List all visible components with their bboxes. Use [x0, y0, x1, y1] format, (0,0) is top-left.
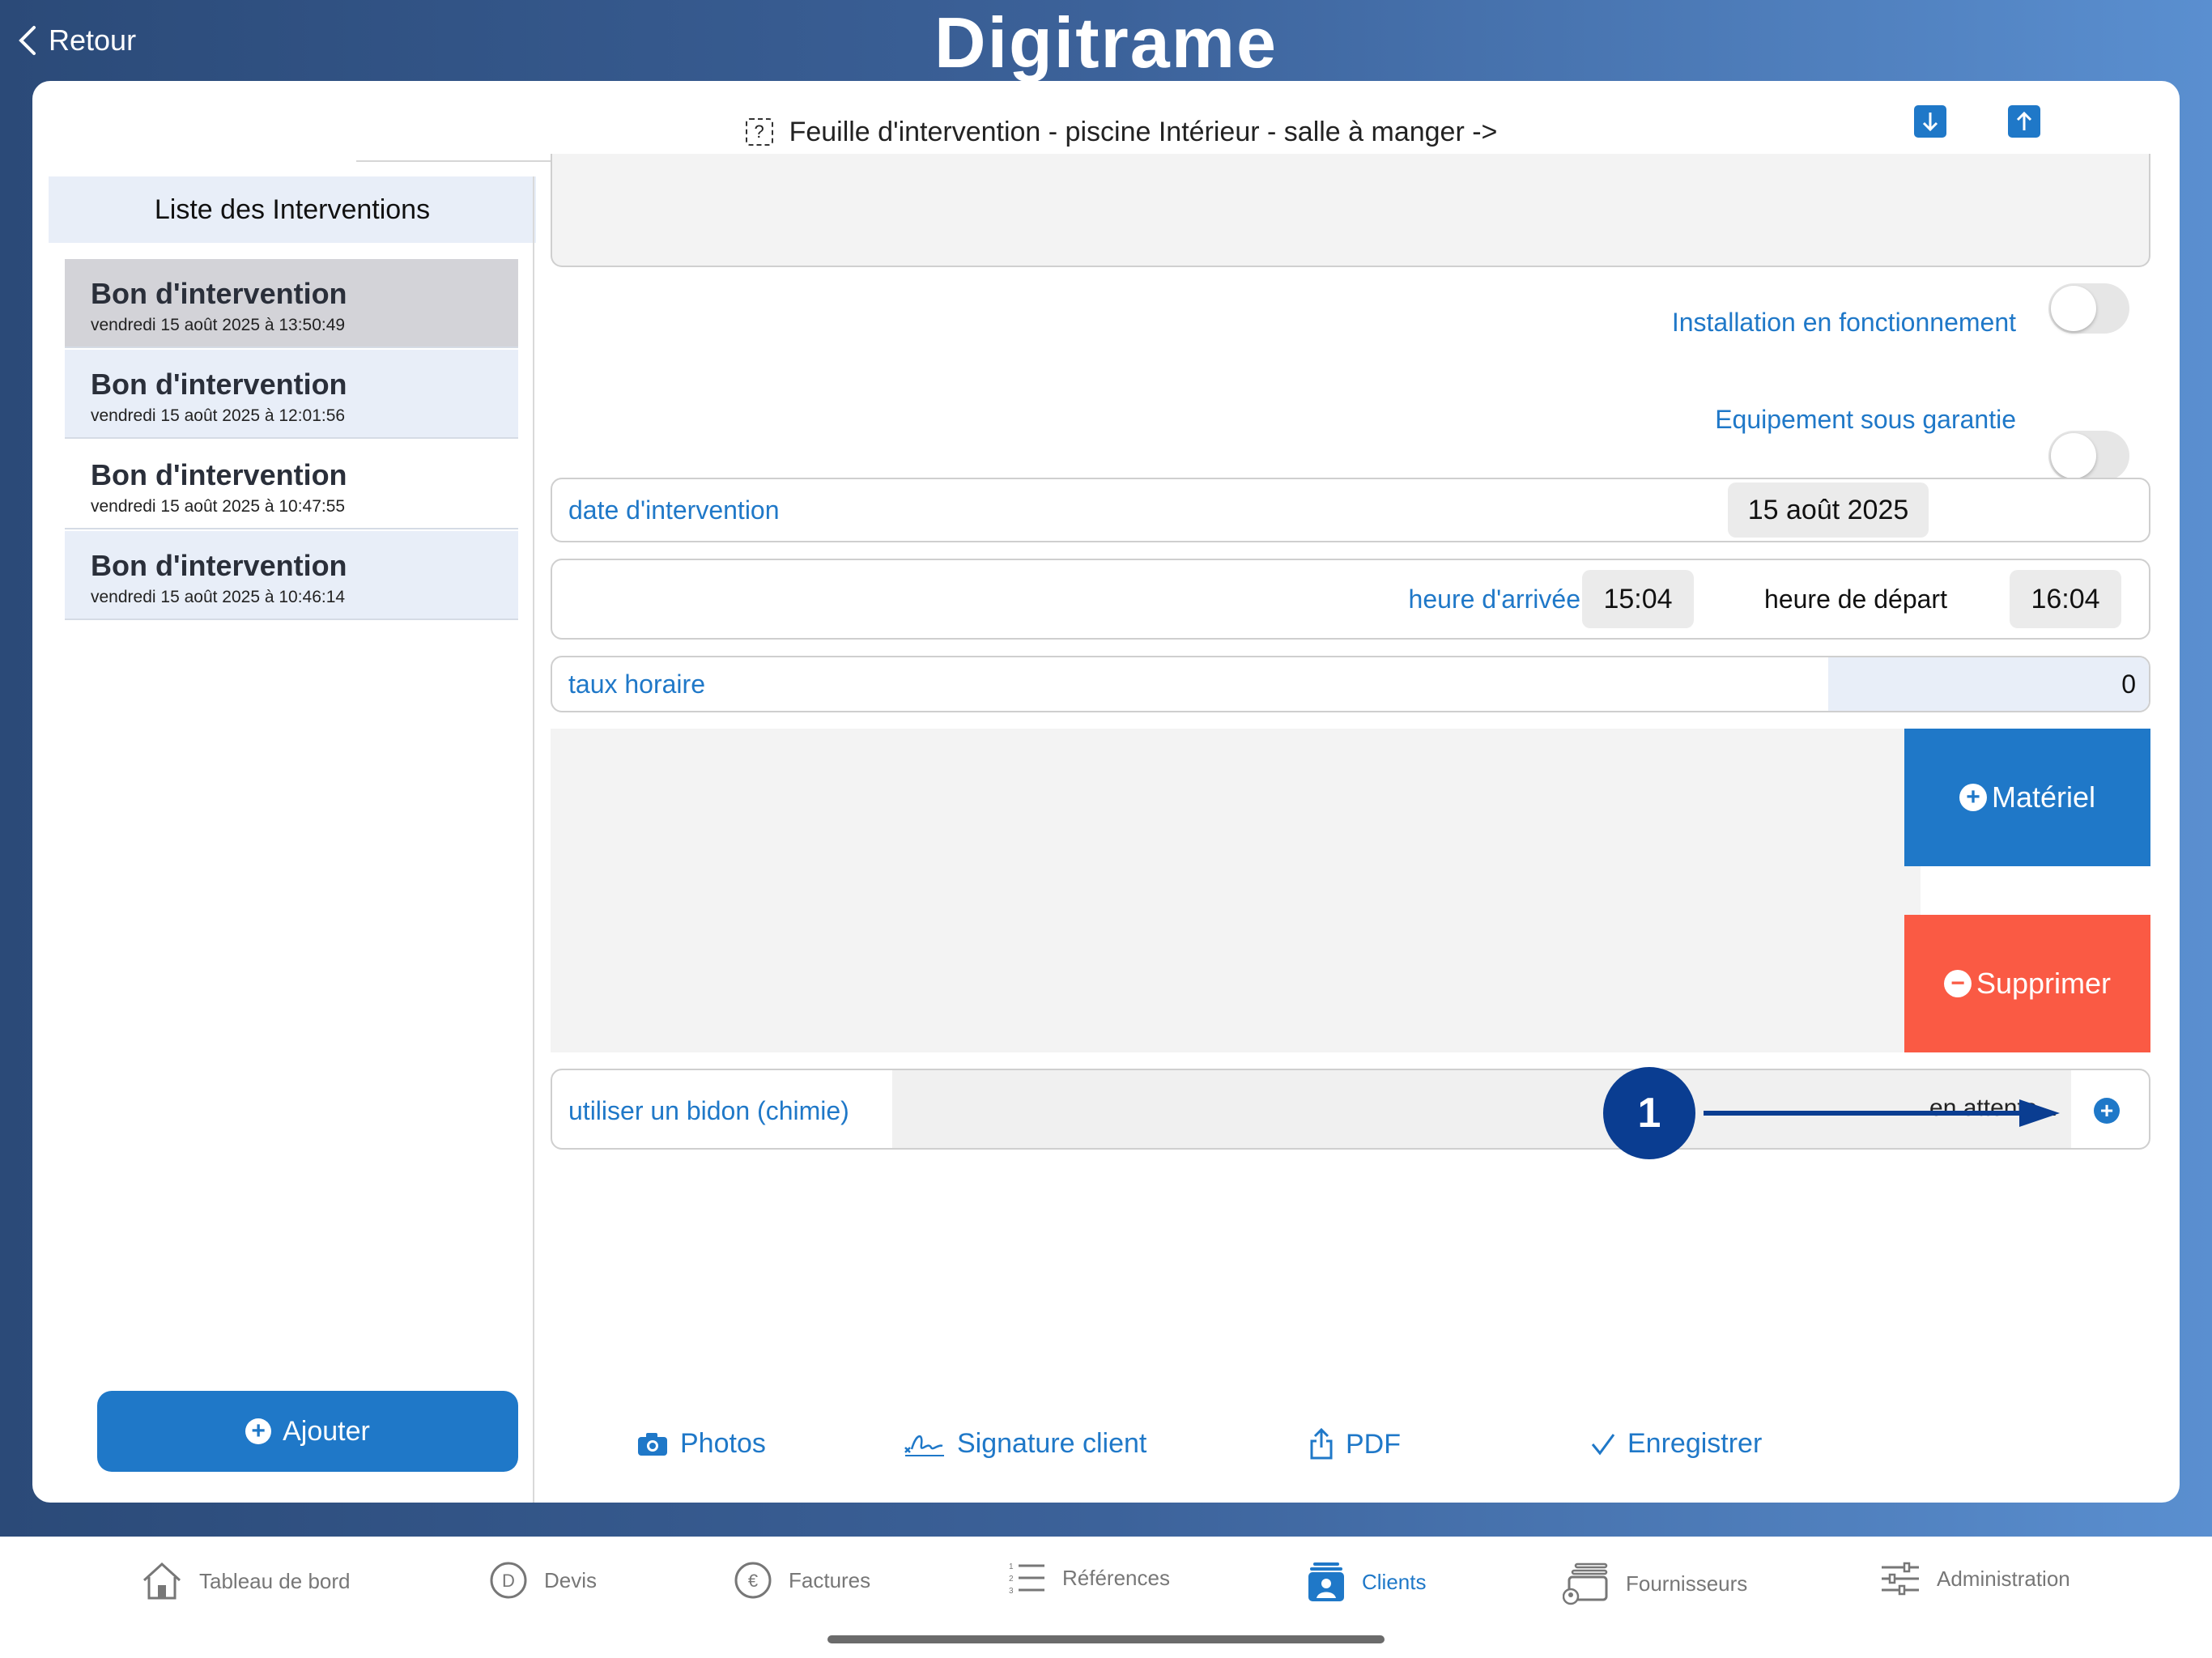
question-square-icon: ? [745, 118, 773, 146]
departure-time-picker[interactable]: 16:04 [2010, 570, 2121, 628]
home-indicator [827, 1635, 1385, 1643]
notes-textarea[interactable] [551, 154, 2150, 267]
list-item-selected[interactable]: Bon d'intervention vendredi 15 août 2025… [65, 259, 518, 348]
list-item-date: vendredi 15 août 2025 à 10:46:14 [91, 588, 346, 606]
tab-clients[interactable]: Clients [1307, 1561, 1426, 1603]
tab-label: Références [1062, 1565, 1170, 1590]
sidebar-divider [533, 176, 534, 1503]
tab-devis[interactable]: D Devis [489, 1561, 597, 1600]
house-icon [143, 1562, 181, 1600]
tab-label: Clients [1362, 1569, 1427, 1594]
list-item-title: Bon d'intervention [91, 549, 347, 582]
time-field: heure d'arrivée 15:04 heure de départ 16… [551, 559, 2150, 640]
tab-label: Fournisseurs [1626, 1571, 1748, 1596]
signature-label: Signature client [957, 1428, 1147, 1459]
list-item-date: vendredi 15 août 2025 à 13:50:49 [91, 316, 346, 334]
add-material-button[interactable]: + Matériel [1904, 729, 2150, 866]
tab-fournisseurs[interactable]: Fournisseurs [1563, 1561, 1747, 1606]
svg-text:D: D [502, 1571, 515, 1591]
list-item-title: Bon d'intervention [91, 458, 347, 491]
signature-button[interactable]: Signature client [904, 1428, 1146, 1460]
list-item[interactable]: Bon d'intervention vendredi 15 août 2025… [65, 350, 518, 439]
delete-label: Supprimer [1976, 967, 2112, 1000]
sidebar-title: Liste des Interventions [49, 176, 536, 243]
annotation-marker: 1 [1603, 1067, 1695, 1159]
list-item-date: vendredi 15 août 2025 à 12:01:56 [91, 406, 346, 425]
page-title: Feuille d'intervention - piscine Intérie… [789, 116, 1498, 147]
toggle-installation[interactable] [2048, 283, 2129, 334]
minus-circle-icon: − [1943, 970, 1972, 997]
add-button[interactable]: + Ajouter [97, 1391, 518, 1472]
signature-icon [904, 1435, 944, 1456]
pdf-label: PDF [1346, 1428, 1401, 1460]
svg-text:€: € [748, 1571, 758, 1591]
list-item[interactable]: Bon d'intervention vendredi 15 août 2025… [65, 531, 518, 620]
share-icon [1310, 1428, 1333, 1460]
arrival-label: heure d'arrivée [1408, 585, 1580, 614]
download-button[interactable] [1914, 105, 1946, 138]
tab-label: Devis [544, 1567, 598, 1592]
rate-label: taux horaire [568, 670, 705, 699]
list-item-title: Bon d'intervention [91, 368, 347, 401]
plus-circle-icon: + [1959, 784, 1987, 811]
save-button[interactable]: Enregistrer [1590, 1428, 1762, 1460]
sliders-icon [1882, 1562, 1919, 1596]
person-card-icon [1308, 1562, 1344, 1601]
checkmark-icon [1591, 1433, 1615, 1455]
delete-button[interactable]: − Supprimer [1904, 915, 2150, 1052]
euro-circle-icon: € [734, 1562, 772, 1599]
date-field: date d'intervention 15 août 2025 [551, 478, 2150, 542]
camera-icon [638, 1432, 667, 1456]
toggle-knob [2051, 286, 2096, 331]
date-label: date d'intervention [568, 495, 780, 525]
arrival-time-picker[interactable]: 15:04 [1582, 570, 1694, 628]
list-item[interactable]: Bon d'intervention vendredi 15 août 2025… [65, 440, 518, 529]
save-label: Enregistrer [1627, 1428, 1763, 1459]
arrow-up-icon [2016, 111, 2032, 130]
d-circle-icon: D [490, 1562, 527, 1599]
tab-dashboard[interactable]: Tableau de bord [141, 1561, 350, 1601]
bidon-label: utiliser un bidon (chimie) [568, 1096, 849, 1125]
toggle-knob [2051, 433, 2096, 478]
rate-field: taux horaire 0 [551, 656, 2150, 712]
photos-button[interactable]: Photos [636, 1428, 766, 1460]
annotation-arrow [1704, 1099, 2060, 1127]
pdf-button[interactable]: PDF [1308, 1428, 1401, 1460]
upload-button[interactable] [2008, 105, 2040, 138]
supplier-icon [1563, 1562, 1608, 1605]
tab-label: Tableau de bord [199, 1568, 351, 1593]
svg-text:3: 3 [1009, 1587, 1014, 1595]
numbered-list-icon: 1 2 3 [1009, 1562, 1044, 1595]
tab-label: Administration [1937, 1566, 2070, 1591]
list-item-title: Bon d'intervention [91, 277, 347, 310]
app-logo: Digitrame [934, 2, 1278, 83]
svg-text:2: 2 [1009, 1575, 1014, 1584]
tab-administration[interactable]: Administration [1880, 1561, 2070, 1596]
toggle-garantie[interactable] [2048, 431, 2129, 481]
arrow-down-icon [1922, 113, 1938, 132]
toggle-installation-label: Installation en fonctionnement [1671, 308, 2016, 337]
date-picker[interactable]: 15 août 2025 [1728, 483, 1929, 538]
photos-label: Photos [680, 1428, 766, 1459]
add-label: Ajouter [283, 1415, 370, 1447]
main-card: ? Feuille d'intervention - piscine Intér… [32, 81, 2180, 1503]
add-material-label: Matériel [1991, 780, 2096, 814]
list-item-date: vendredi 15 août 2025 à 10:47:55 [91, 497, 346, 516]
rate-input[interactable]: 0 [1828, 657, 2149, 711]
tab-references[interactable]: 1 2 3 Références [1007, 1561, 1170, 1595]
toggle-garantie-label: Equipement sous garantie [1715, 405, 2016, 434]
interventions-sidebar: Liste des Interventions Bon d'interventi… [49, 176, 536, 1503]
tab-factures[interactable]: € Factures [734, 1561, 870, 1600]
svg-text:1: 1 [1009, 1562, 1014, 1571]
plus-circle-icon: + [245, 1418, 272, 1444]
departure-label: heure de départ [1764, 585, 1947, 614]
tab-label: Factures [789, 1567, 871, 1592]
materials-list [551, 729, 1921, 1052]
